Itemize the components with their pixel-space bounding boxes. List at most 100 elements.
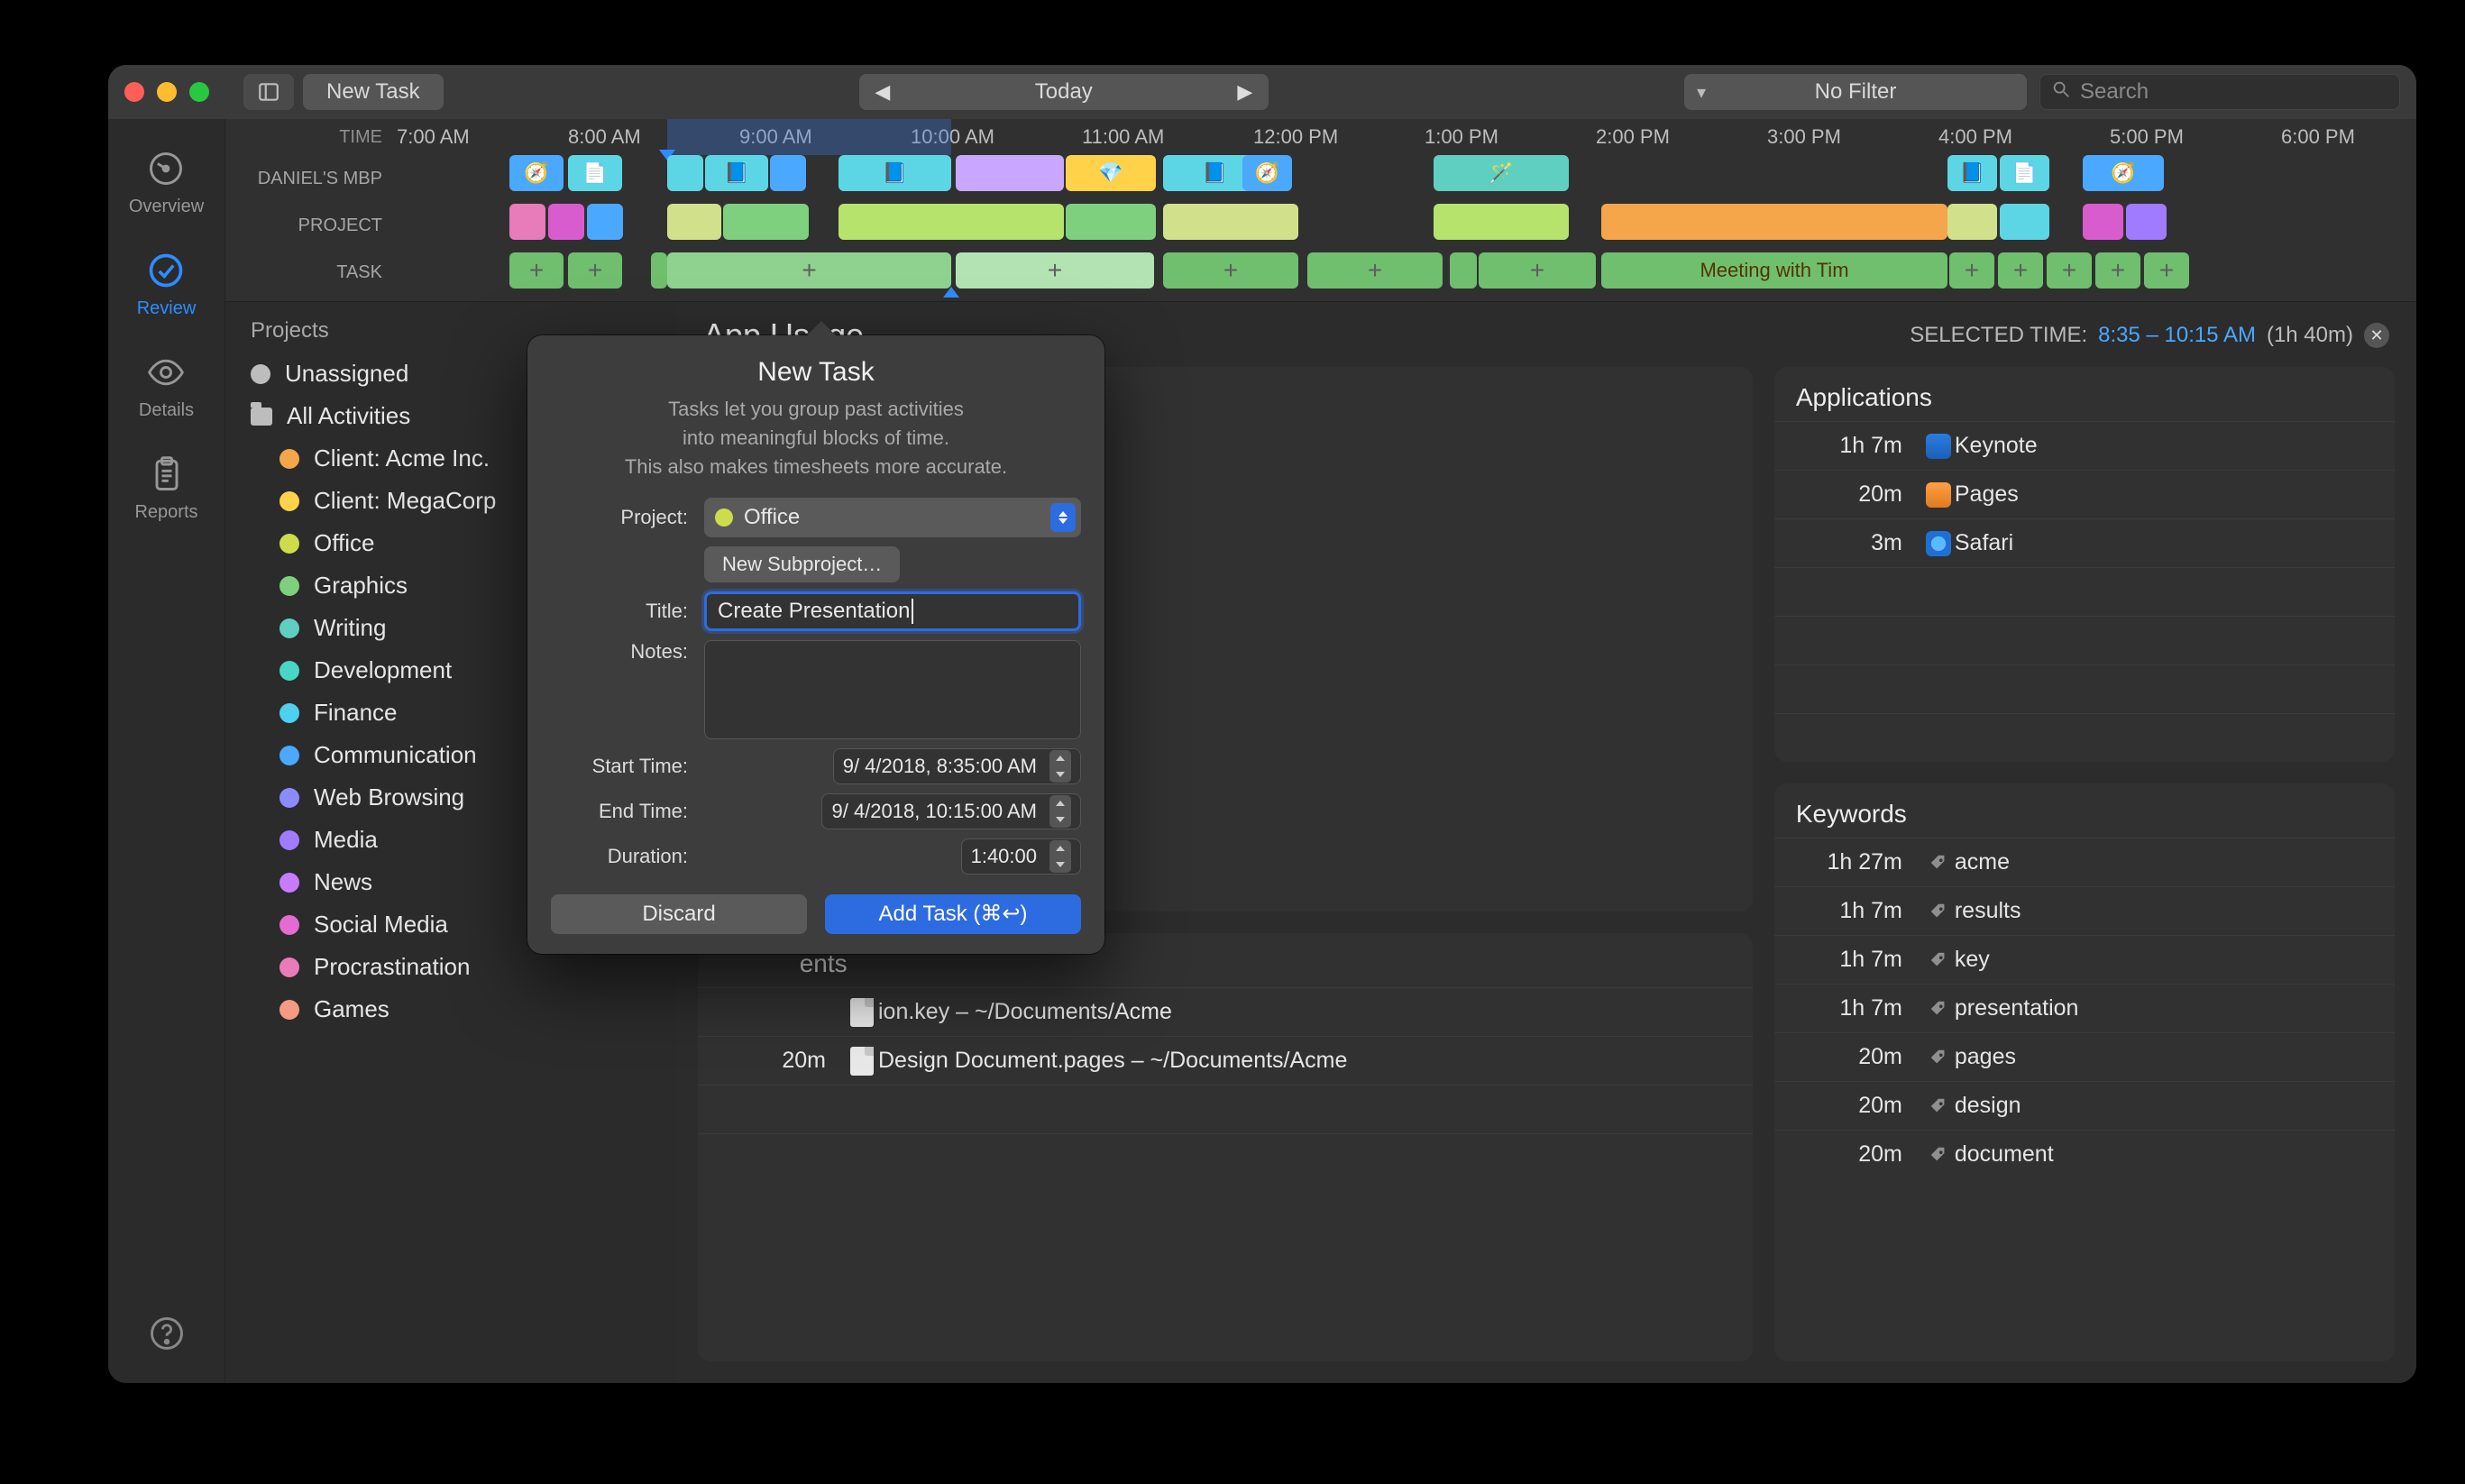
help-button[interactable] <box>144 1311 189 1356</box>
task-add-segment[interactable]: + <box>1163 252 1298 289</box>
project-segment[interactable] <box>1163 204 1298 240</box>
keyword-row[interactable]: 20mdesign <box>1774 1081 2395 1130</box>
tag-icon <box>1922 950 1955 970</box>
sidebar-item[interactable]: Games <box>245 988 665 1031</box>
application-row[interactable]: 1h 7mKeynote <box>1774 421 2395 470</box>
sidebar-toggle-button[interactable] <box>243 74 294 110</box>
start-time-input[interactable]: 9/ 4/2018, 8:35:00 AM <box>833 748 1081 784</box>
task-add-segment[interactable]: + <box>1998 252 2043 289</box>
project-segment[interactable] <box>723 204 809 240</box>
nav-reports[interactable]: Reports <box>134 452 197 523</box>
activity-segment[interactable]: 🧭 <box>2083 155 2164 191</box>
keyword-row[interactable]: 1h 27macme <box>1774 838 2395 886</box>
project-segment[interactable] <box>509 204 545 240</box>
activity-segment[interactable]: 📄 <box>2000 155 2049 191</box>
activity-segment[interactable]: 📘 <box>705 155 768 191</box>
search-icon <box>2051 79 2071 105</box>
project-track[interactable] <box>397 204 2416 245</box>
activity-segment[interactable] <box>667 155 703 191</box>
project-segment[interactable] <box>587 204 623 240</box>
activity-segment[interactable]: 📘 <box>838 155 951 191</box>
project-segment[interactable] <box>1601 204 1947 240</box>
project-segment[interactable] <box>2126 204 2167 240</box>
keyword-row[interactable]: 1h 7mresults <box>1774 886 2395 935</box>
application-row[interactable]: 3mSafari <box>1774 518 2395 567</box>
minimize-window-button[interactable] <box>157 82 177 102</box>
task-add-segment[interactable]: + <box>1479 252 1596 289</box>
add-task-button[interactable]: Add Task (⌘↩) <box>825 894 1081 934</box>
notes-textarea[interactable] <box>704 640 1081 739</box>
row-duration: 1h 7m <box>1796 995 1922 1021</box>
dot-icon <box>279 873 299 893</box>
task-add-segment[interactable]: + <box>1949 252 1994 289</box>
keyword-row[interactable]: 20mdocument <box>1774 1130 2395 1178</box>
project-select[interactable]: Office <box>704 498 1081 537</box>
row-duration: 20m <box>1796 1141 1922 1168</box>
project-segment[interactable] <box>2083 204 2123 240</box>
document-row[interactable]: ion.key – ~/Documents/Acme <box>698 987 1753 1036</box>
task-track[interactable]: + + + + + + + Meeting with Tim + + <box>397 252 2416 294</box>
hour-tick: 7:00 AM <box>397 119 568 155</box>
keyword-row[interactable]: 1h 7mpresentation <box>1774 984 2395 1032</box>
nav-review[interactable]: Review <box>137 248 197 319</box>
discard-button[interactable]: Discard <box>551 894 807 934</box>
notes-label: Notes: <box>551 640 704 664</box>
new-task-button[interactable]: New Task <box>303 74 444 110</box>
prev-day-button[interactable]: ◀ <box>859 74 906 110</box>
task-add-segment[interactable]: + <box>509 252 564 289</box>
stepper-icon[interactable] <box>1049 750 1071 783</box>
task-add-segment[interactable]: + <box>956 252 1154 289</box>
stepper-icon[interactable] <box>1049 840 1071 873</box>
project-segment[interactable] <box>2000 204 2049 240</box>
duration-input[interactable]: 1:40:00 <box>961 838 1081 875</box>
end-time-label: End Time: <box>551 800 704 823</box>
end-time-input[interactable]: 9/ 4/2018, 10:15:00 AM <box>821 793 1081 829</box>
keyword-row[interactable]: 1h 7mkey <box>1774 935 2395 984</box>
nav-overview[interactable]: Overview <box>129 146 204 217</box>
timeline-tracks[interactable]: 7:00 AM 8:00 AM 9:00 AM 10:00 AM 11:00 A… <box>397 119 2416 301</box>
close-window-button[interactable] <box>124 82 144 102</box>
device-track[interactable]: 🧭 📄 📘 📘 💎 📘 🧭 🪄 📘 <box>397 155 2416 197</box>
activity-segment[interactable]: 💎 <box>1066 155 1156 191</box>
activity-segment[interactable]: 📘 <box>1947 155 1997 191</box>
stepper-icon[interactable] <box>1049 795 1071 828</box>
activity-segment[interactable]: 🪄 <box>1434 155 1569 191</box>
selection-end-handle[interactable] <box>943 287 959 298</box>
activity-segment[interactable] <box>956 155 1064 191</box>
title-input[interactable]: Create Presentation <box>704 591 1081 631</box>
selection-range[interactable] <box>667 119 951 155</box>
keyword-row[interactable]: 20mpages <box>1774 1032 2395 1081</box>
task-add-segment[interactable]: + <box>1307 252 1443 289</box>
project-segment[interactable] <box>548 204 584 240</box>
new-subproject-button[interactable]: New Subproject… <box>704 546 900 582</box>
filter-dropdown[interactable]: ▾ No Filter <box>1684 74 2027 110</box>
activity-segment[interactable]: 📘 <box>1190 155 1240 191</box>
task-segment-meeting[interactable]: Meeting with Tim <box>1601 252 1947 289</box>
document-row[interactable]: 20m Design Document.pages – ~/Documents/… <box>698 1036 1753 1085</box>
time-label: TIME <box>225 119 382 155</box>
task-add-segment[interactable]: + <box>2144 252 2189 289</box>
task-add-segment[interactable]: + <box>667 252 951 289</box>
popover-subtitle: Tasks let you group past activities into… <box>551 395 1081 481</box>
task-add-segment[interactable]: + <box>568 252 622 289</box>
project-segment[interactable] <box>1947 204 1997 240</box>
search-input[interactable]: Search <box>2039 74 2400 110</box>
nav-details[interactable]: Details <box>139 350 194 421</box>
activity-segment[interactable]: 🧭 <box>509 155 564 191</box>
task-add-segment[interactable]: + <box>2095 252 2140 289</box>
project-segment[interactable] <box>1066 204 1156 240</box>
project-segment[interactable] <box>838 204 1064 240</box>
application-row[interactable]: 20mPages <box>1774 470 2395 518</box>
row-duration: 1h 7m <box>1796 947 1922 973</box>
activity-segment[interactable] <box>770 155 806 191</box>
zoom-window-button[interactable] <box>189 82 209 102</box>
clear-selection-button[interactable]: ✕ <box>2364 323 2389 348</box>
today-button[interactable]: Today <box>906 74 1222 110</box>
project-segment[interactable] <box>1434 204 1569 240</box>
task-add-segment[interactable]: + <box>2047 252 2092 289</box>
project-segment[interactable] <box>667 204 721 240</box>
empty-row <box>1774 713 2395 762</box>
activity-segment[interactable]: 🧭 <box>1242 155 1292 191</box>
next-day-button[interactable]: ▶ <box>1222 74 1269 110</box>
activity-segment[interactable]: 📄 <box>568 155 622 191</box>
